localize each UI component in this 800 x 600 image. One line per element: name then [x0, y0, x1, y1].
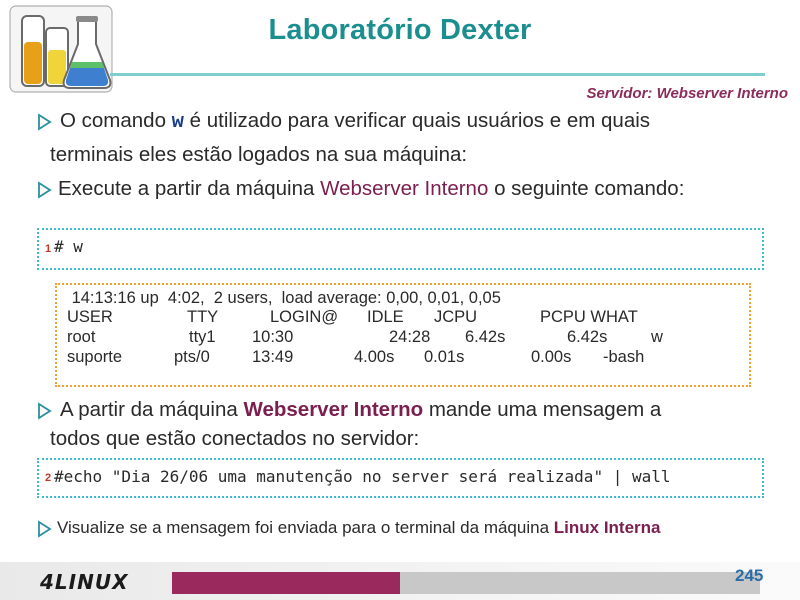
output-column-headers: USER TTY LOGIN@ IDLE JCPU PCPU WHAT: [67, 307, 747, 327]
bullet-4-text-a: Visualize se a mensagem foi enviada para…: [57, 518, 554, 537]
bullet-3-highlight: Webserver Interno: [243, 398, 424, 421]
bullet-1-text-a: O comando: [60, 109, 172, 132]
bullet-1: O comando w é utilizado para verificar q…: [36, 105, 771, 171]
cell-tty: tty1: [189, 328, 216, 346]
arrow-bullet-icon: [38, 520, 52, 538]
col-jcpu: JCPU: [434, 308, 478, 326]
command-1-code: # w: [54, 237, 83, 256]
footer: 4LINUX 245: [0, 562, 800, 600]
bullet-1-text-c: terminais eles estão logados na sua máqu…: [50, 143, 468, 166]
bullet-2-text-a: Execute a partir da máquina: [58, 177, 321, 200]
bullet-1-text-b: é utilizado para verificar quais usuário…: [183, 109, 651, 132]
command-1-number: 1: [45, 243, 52, 255]
command-output-box: 14:13:16 up 4:02, 2 users, load average:…: [55, 283, 751, 387]
arrow-bullet-icon: [38, 402, 52, 420]
cell-pcpu: 0.00s: [531, 348, 572, 366]
bullet-2-highlight: Webserver Interno: [320, 177, 489, 200]
server-label: Servidor: Webserver Interno: [586, 85, 788, 102]
arrow-bullet-icon: [38, 181, 52, 199]
cell-tty: pts/0: [174, 348, 210, 366]
bullet-3-text-c: todos que estão conectados no servidor:: [50, 427, 420, 450]
footer-bar-accent: [172, 572, 400, 594]
col-user: USER: [67, 308, 113, 326]
bullet-3-text-a: A partir da máquina: [60, 398, 244, 421]
command-w-keyword: w: [171, 111, 184, 134]
page-title: Laboratório Dexter: [268, 14, 532, 46]
command-box-2: 2 #echo "Dia 26/06 uma manutenção no ser…: [37, 458, 764, 498]
output-row: suporte pts/0 13:49 4.00s 0.01s 0.00s -b…: [67, 347, 747, 367]
command-box-1: 1 # w: [37, 228, 764, 270]
command-2-number: 2: [45, 472, 52, 484]
bullet-2-text-b: o seguinte comando:: [488, 177, 685, 200]
bullet-4-highlight: Linux Interna: [553, 518, 661, 537]
bullet-3: A partir da máquina Webserver Interno ma…: [36, 394, 771, 452]
cell-user: root: [67, 328, 96, 346]
col-idle: IDLE: [367, 308, 404, 326]
col-tty: TTY: [187, 308, 219, 326]
cell-idle: 24:28: [389, 328, 431, 346]
cell-login: 10:30: [252, 328, 294, 346]
col-pcpu-what: PCPU WHAT: [540, 308, 638, 326]
output-header: 14:13:16 up 4:02, 2 users, load average:…: [67, 289, 501, 307]
footer-bar: [400, 572, 760, 594]
cell-what: -bash: [603, 348, 645, 366]
arrow-bullet-icon: [38, 113, 52, 131]
cell-login: 13:49: [252, 348, 294, 366]
cell-idle: 4.00s: [354, 348, 395, 366]
command-2-code: #echo "Dia 26/06 uma manutenção no serve…: [54, 467, 671, 486]
output-row: root tty1 10:30 24:28 6.42s 6.42s w: [67, 327, 747, 347]
cell-jcpu: 6.42s: [465, 328, 506, 346]
bullet-4: Visualize se a mensagem foi enviada para…: [36, 512, 771, 544]
footer-logo: 4LINUX: [40, 570, 129, 594]
cell-what: w: [651, 328, 663, 346]
bullet-2: Execute a partir da máquina Webserver In…: [36, 173, 771, 205]
cell-jcpu: 0.01s: [424, 348, 465, 366]
page-number: 245: [735, 566, 764, 585]
cell-user: suporte: [67, 348, 123, 366]
cell-pcpu: 6.42s: [567, 328, 608, 346]
bullet-3-text-b: mande uma mensagem a: [423, 398, 662, 421]
col-login: LOGIN@: [270, 308, 339, 326]
title-divider: [110, 73, 765, 76]
